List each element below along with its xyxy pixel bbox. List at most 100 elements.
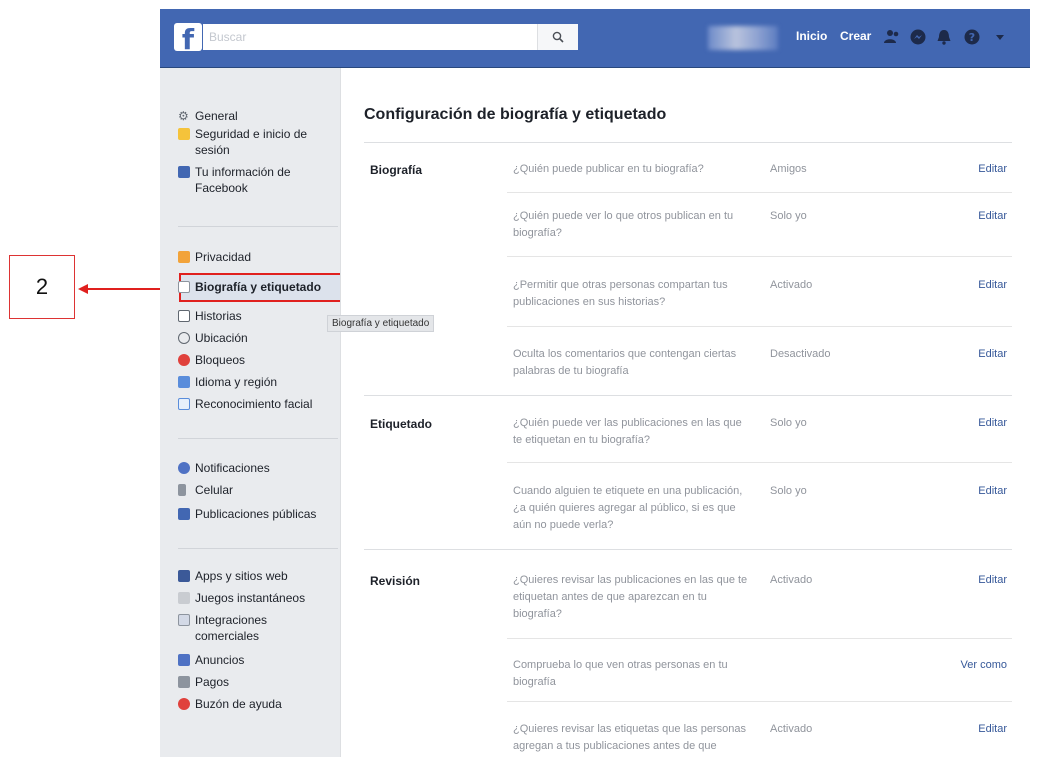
sidebar-divider — [178, 548, 338, 549]
section-label-timeline: Biografía — [370, 163, 423, 177]
edit-button[interactable]: Editar — [978, 485, 1007, 497]
sidebar-item-ads[interactable]: Anuncios — [178, 652, 244, 668]
section-label-review: Revisión — [370, 574, 421, 588]
apps-icon — [178, 570, 190, 582]
sidebar-item-label: Tu información de Facebook — [195, 165, 291, 195]
sidebar-item-public-posts[interactable]: Publicaciones públicas — [178, 506, 316, 522]
edit-button[interactable]: Editar — [978, 279, 1007, 291]
sidebar-item-location[interactable]: Ubicación — [178, 330, 248, 346]
sidebar-item-business-integrations[interactable]: Integraciones comerciales — [178, 612, 298, 644]
sidebar-item-label: Privacidad — [195, 250, 252, 264]
book-icon — [178, 310, 190, 322]
search-placeholder: Buscar — [209, 30, 247, 44]
sidebar-item-label: Publicaciones públicas — [195, 507, 317, 521]
sidebar-item-label: Juegos instantáneos — [195, 591, 306, 605]
sidebar-item-label: Ubicación — [195, 331, 248, 345]
facebook-settings-window: f Buscar Inicio Crear ? ⚙ General Seguri… — [160, 9, 1030, 757]
search-icon — [552, 31, 564, 43]
lifebuoy-icon — [178, 698, 190, 710]
notifications-icon[interactable] — [934, 27, 954, 47]
location-icon — [178, 332, 190, 344]
step-number-callout: 2 — [9, 255, 75, 319]
nav-create-link[interactable]: Crear — [840, 29, 871, 43]
sidebar-item-face-recognition[interactable]: Reconocimiento facial — [178, 396, 312, 412]
top-navigation-bar: f Buscar Inicio Crear ? — [160, 9, 1030, 68]
edit-button[interactable]: Editar — [978, 723, 1007, 735]
setting-value: Solo yo — [770, 485, 807, 497]
setting-value: Activado — [770, 279, 813, 291]
sidebar-item-label: Anuncios — [195, 653, 245, 667]
gamepad-icon — [178, 592, 190, 604]
sidebar-item-support-inbox[interactable]: Buzón de ayuda — [178, 696, 282, 712]
block-icon — [178, 354, 190, 366]
profile-avatar-blurred[interactable] — [708, 26, 778, 50]
sidebar-item-mobile[interactable]: Celular — [178, 482, 233, 498]
row-divider — [507, 326, 1012, 327]
row-divider — [507, 192, 1012, 193]
sidebar-item-label: Historias — [195, 309, 242, 323]
sidebar-item-notifications[interactable]: Notificaciones — [178, 460, 270, 476]
edit-button[interactable]: Editar — [978, 574, 1007, 586]
facebook-icon — [178, 166, 190, 178]
face-icon — [178, 398, 190, 410]
facebook-logo[interactable]: f — [174, 23, 202, 51]
sidebar-item-label: Pagos — [195, 675, 230, 689]
friends-icon[interactable] — [882, 27, 902, 47]
sidebar-item-instant-games[interactable]: Juegos instantáneos — [178, 590, 305, 606]
sidebar-item-security[interactable]: Seguridad e inicio de sesión — [178, 126, 328, 158]
setting-value: Solo yo — [770, 210, 807, 222]
help-icon[interactable]: ? — [962, 27, 982, 47]
title-divider — [364, 142, 1012, 143]
edit-button[interactable]: Editar — [978, 163, 1007, 175]
edit-button[interactable]: Editar — [978, 348, 1007, 360]
sidebar-item-label: Idioma y región — [195, 375, 278, 389]
globe-icon — [178, 462, 190, 474]
sidebar-item-general[interactable]: ⚙ General — [178, 108, 238, 124]
view-as-button[interactable]: Ver como — [961, 659, 1007, 671]
messenger-icon[interactable] — [908, 27, 928, 47]
sidebar-item-label: Integraciones comerciales — [195, 613, 268, 643]
nav-home-link[interactable]: Inicio — [796, 29, 827, 43]
sidebar-item-timeline-tagging[interactable]: Biografía y etiquetado — [178, 279, 321, 295]
ads-icon — [178, 654, 190, 666]
edit-button[interactable]: Editar — [978, 417, 1007, 429]
settings-sidebar: ⚙ General Seguridad e inicio de sesión T… — [160, 68, 345, 757]
setting-question: ¿Permitir que otras personas compartan t… — [513, 279, 728, 308]
section-divider — [364, 395, 1012, 396]
timeline-icon — [178, 281, 190, 293]
sidebar-divider — [178, 226, 338, 227]
setting-question: Oculta los comentarios que contengan cie… — [513, 348, 737, 377]
gear-icon: ⚙ — [178, 109, 189, 123]
shield-icon — [178, 128, 190, 140]
integrations-icon — [178, 614, 190, 626]
page-title: Configuración de biografía y etiquetado — [364, 106, 667, 123]
sidebar-tooltip: Biografía y etiquetado — [327, 315, 435, 332]
sidebar-item-label: Bloqueos — [195, 353, 246, 367]
sidebar-item-apps[interactable]: Apps y sitios web — [178, 568, 288, 584]
row-divider — [507, 701, 1012, 702]
sidebar-item-label: Buzón de ayuda — [195, 697, 282, 711]
sidebar-divider — [178, 438, 338, 439]
row-divider — [507, 638, 1012, 639]
setting-value: Amigos — [770, 163, 807, 175]
card-icon — [178, 676, 190, 688]
language-icon — [178, 376, 190, 388]
sidebar-item-blocking[interactable]: Bloqueos — [178, 352, 245, 368]
setting-question: ¿Quién puede ver las publicaciones en la… — [513, 417, 742, 446]
chevron-down-icon[interactable] — [990, 27, 1010, 47]
sidebar-item-stories[interactable]: Historias — [178, 308, 242, 324]
settings-content-panel: Configuración de biografía y etiquetado … — [340, 68, 1030, 757]
search-input[interactable]: Buscar — [203, 24, 578, 50]
sidebar-item-label: Seguridad e inicio de sesión — [195, 127, 308, 157]
edit-button[interactable]: Editar — [978, 210, 1007, 222]
section-label-tagging: Etiquetado — [370, 417, 432, 431]
sidebar-item-your-info[interactable]: Tu información de Facebook — [178, 164, 318, 196]
setting-question: Cuando alguien te etiquete en una public… — [513, 485, 743, 531]
search-button[interactable] — [537, 24, 578, 50]
setting-question: ¿Quieres revisar las etiquetas que las p… — [513, 723, 746, 752]
sidebar-item-privacy[interactable]: Privacidad — [178, 249, 251, 265]
sidebar-item-label: General — [195, 109, 238, 123]
row-divider — [507, 462, 1012, 463]
sidebar-item-language[interactable]: Idioma y región — [178, 374, 277, 390]
sidebar-item-payments[interactable]: Pagos — [178, 674, 229, 690]
